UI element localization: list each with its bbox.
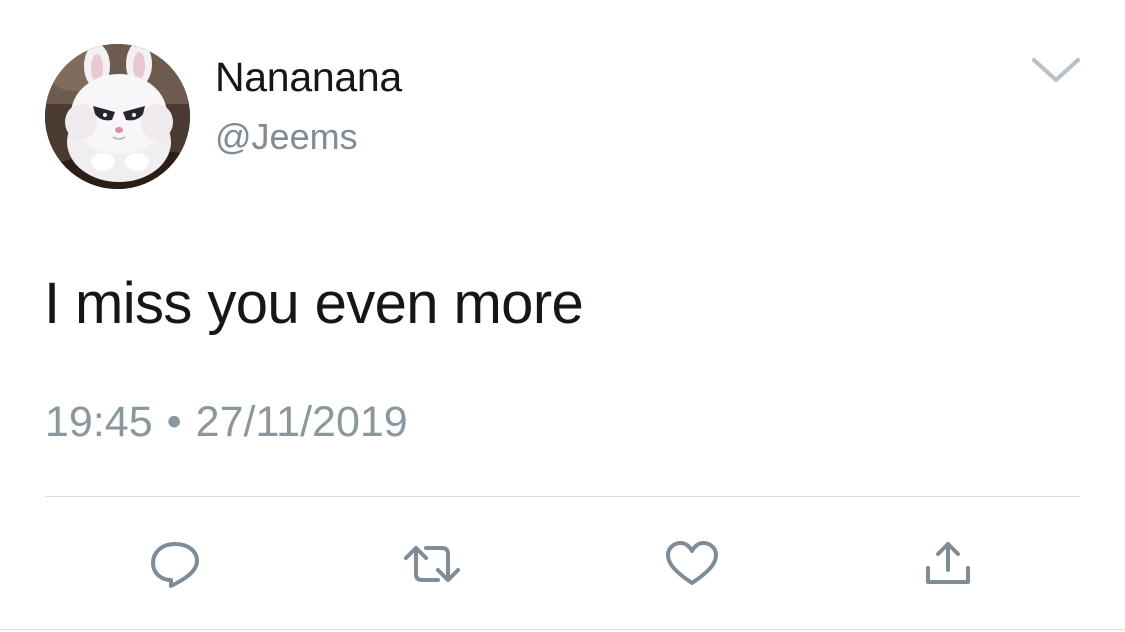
reply-button[interactable]: [145, 537, 205, 591]
retweet-icon: [404, 546, 460, 582]
tweet-text: I miss you even more: [44, 271, 584, 336]
tweet-timestamp: 19:45 • 27/11/2019: [45, 398, 408, 447]
tweet-time: 19:45: [45, 398, 153, 446]
heart-icon: [666, 541, 718, 585]
tweet-date: 27/11/2019: [195, 398, 408, 446]
meta-separator: •: [166, 398, 182, 446]
avatar-image: [45, 44, 190, 189]
user-handle[interactable]: @Jeems: [215, 116, 358, 158]
like-button[interactable]: [662, 537, 722, 591]
share-button[interactable]: [918, 537, 978, 591]
chevron-down-icon[interactable]: [1030, 52, 1082, 86]
reply-icon: [151, 542, 199, 588]
tweet-card: Nananana @Jeems I miss you even more 19:…: [0, 0, 1125, 632]
retweet-button[interactable]: [402, 537, 462, 591]
bottom-divider: [0, 629, 1125, 630]
avatar[interactable]: [45, 44, 190, 189]
divider: [45, 496, 1080, 497]
share-icon: [926, 542, 970, 584]
display-name[interactable]: Nananana: [215, 54, 402, 101]
